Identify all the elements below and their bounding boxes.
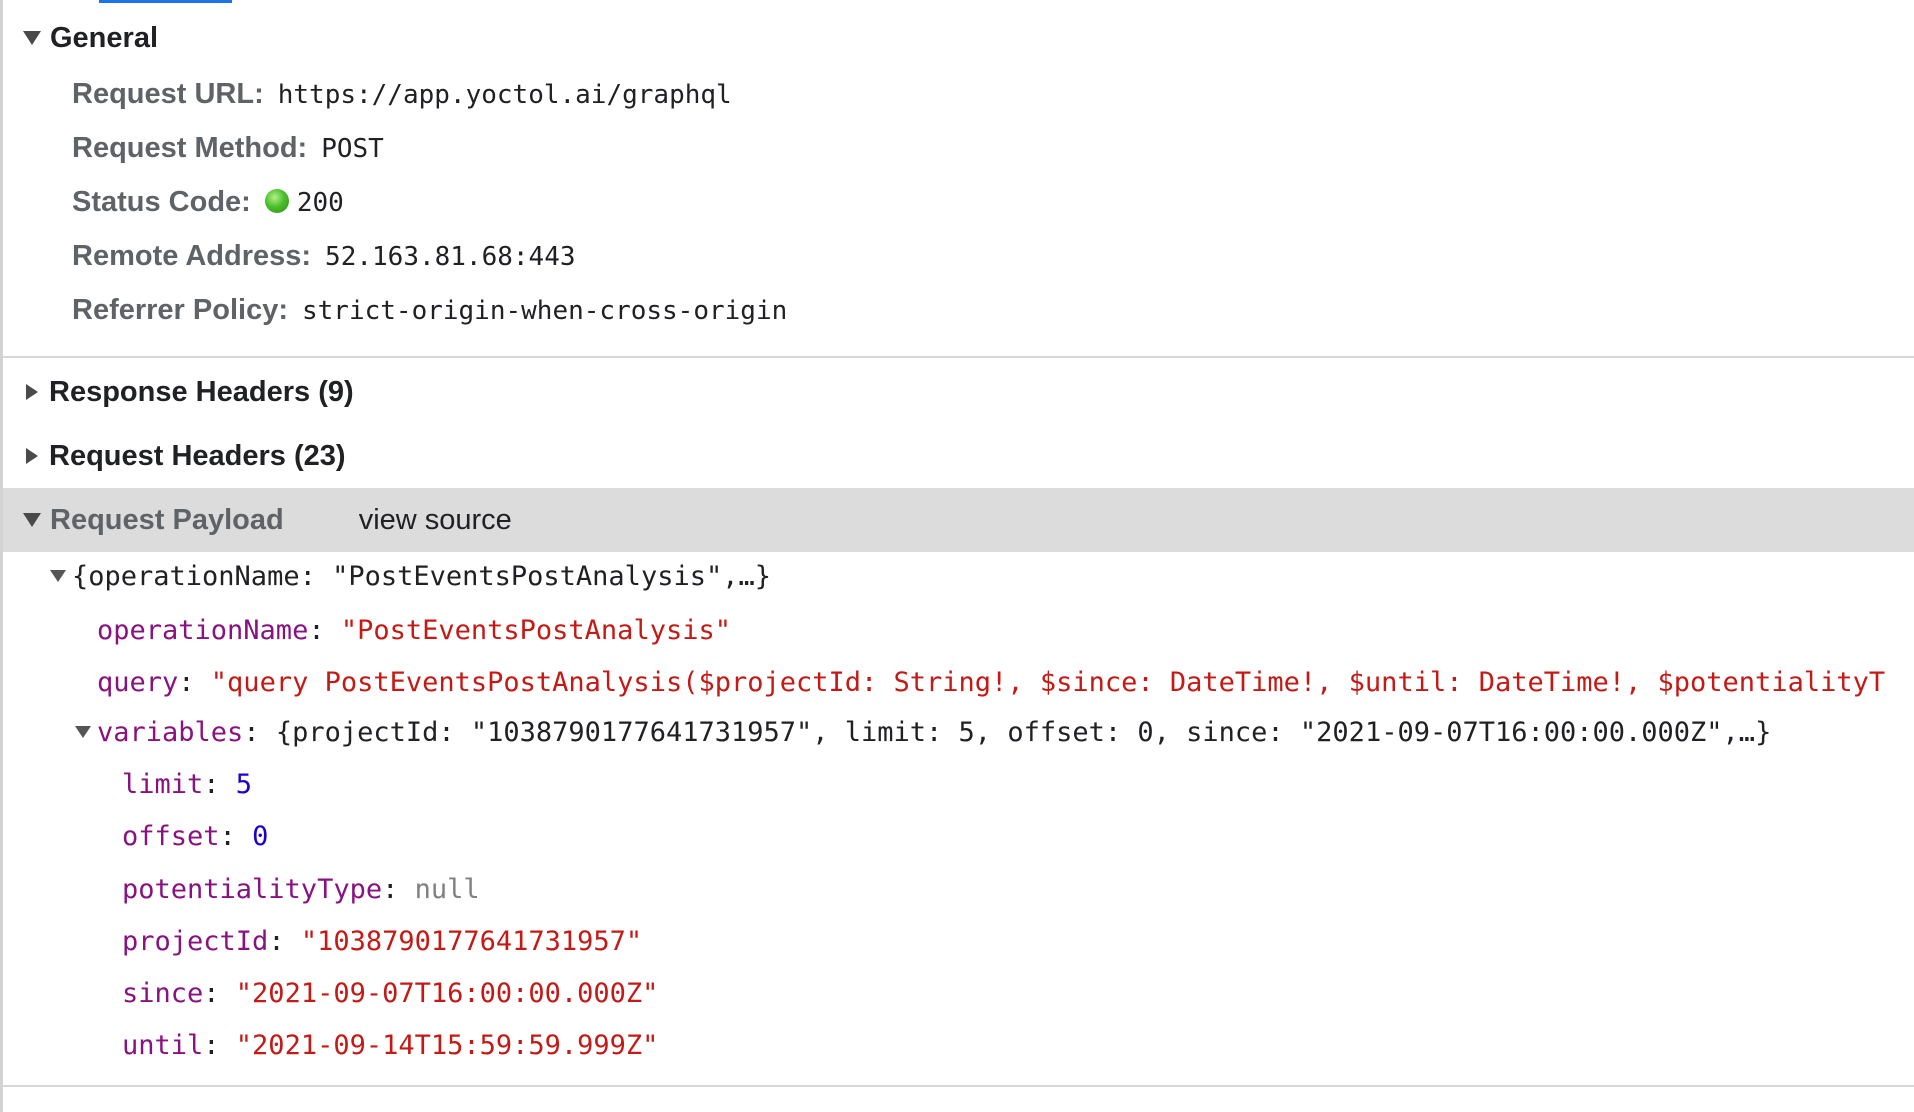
payload-root-node[interactable]: {operationName: "PostEventsPostAnalysis"… — [50, 553, 771, 599]
variables-key: variables — [97, 716, 244, 748]
variable-key: until — [122, 1029, 204, 1061]
response-headers-title: Response Headers (9) — [49, 376, 354, 409]
request-headers-toggle[interactable]: Request Headers (23) — [3, 432, 1914, 480]
query-key: query — [97, 666, 179, 698]
status-code-label: Status Code: — [72, 186, 251, 218]
variable-key: projectId — [122, 925, 269, 957]
request-payload-header: Request Payload view source — [3, 488, 1914, 552]
request-url-label: Request URL: — [72, 78, 264, 110]
operation-name-value: "PostEventsPostAnalysis" — [340, 614, 731, 646]
request-url-value: https://app.yoctol.ai/graphql — [277, 80, 732, 110]
collapsed-triangle-icon — [26, 448, 38, 464]
variable-value: 5 — [235, 768, 253, 800]
variable-potentiality-type-row: potentialityType: null — [122, 866, 480, 912]
status-code-value: 200 — [296, 188, 344, 218]
remote-address-row: Remote Address: 52.163.81.68:443 — [72, 240, 576, 280]
collapsed-triangle-icon — [26, 384, 38, 400]
status-ok-icon — [264, 189, 289, 213]
colon-separator: : — [203, 768, 236, 800]
variable-limit-row: limit: 5 — [122, 761, 252, 807]
response-headers-count: (9) — [318, 375, 354, 408]
variable-key: since — [122, 977, 204, 1009]
query-value: "query PostEventsPostAnalysis($projectId… — [210, 666, 1886, 698]
variable-value: "2021-09-14T15:59:59.999Z" — [235, 1029, 659, 1061]
request-method-row: Request Method: POST — [72, 132, 384, 172]
view-source-link[interactable]: view source — [359, 504, 512, 537]
payload-root-summary: {operationName: "PostEventsPostAnalysis"… — [72, 560, 771, 592]
request-url-row: Request URL: https://app.yoctol.ai/graph… — [72, 78, 732, 118]
request-headers-count: (23) — [294, 439, 346, 472]
referrer-policy-value: strict-origin-when-cross-origin — [302, 296, 788, 326]
expand-triangle-icon[interactable] — [23, 513, 41, 527]
colon-separator: : — [382, 873, 415, 905]
variable-value: "1038790177641731957" — [300, 925, 643, 957]
variables-node[interactable]: variables: {projectId: "1038790177641731… — [75, 709, 1771, 755]
response-headers-label: Response Headers — [49, 375, 311, 408]
request-headers-label: Request Headers — [49, 439, 286, 472]
colon-separator: : — [178, 666, 211, 698]
variable-value: null — [414, 873, 480, 905]
status-code-row: Status Code: 200 — [72, 186, 344, 226]
expand-triangle-icon[interactable] — [75, 726, 91, 738]
variables-summary: {projectId: "1038790177641731957", limit… — [275, 716, 1772, 748]
headers-panel: General Request URL: https://app.yoctol.… — [0, 0, 1914, 1112]
expand-triangle-icon[interactable] — [50, 570, 66, 582]
variable-value: 0 — [252, 820, 269, 852]
active-tab-indicator — [99, 0, 232, 3]
response-headers-toggle[interactable]: Response Headers (9) — [3, 368, 1914, 416]
general-section-toggle[interactable]: General — [3, 14, 1914, 62]
variable-offset-row: offset: 0 — [122, 813, 268, 859]
variable-until-row: until: "2021-09-14T15:59:59.999Z" — [122, 1022, 658, 1068]
expand-triangle-icon — [23, 31, 41, 45]
request-payload-title[interactable]: Request Payload — [50, 504, 284, 537]
remote-address-value: 52.163.81.68:443 — [325, 242, 576, 272]
colon-separator: : — [219, 820, 253, 852]
operation-name-row: operationName: "PostEventsPostAnalysis" — [97, 607, 731, 653]
colon-separator: : — [203, 1029, 236, 1061]
variable-key: limit — [122, 768, 204, 800]
remote-address-label: Remote Address: — [72, 240, 312, 272]
variable-project-id-row: projectId: "1038790177641731957" — [122, 918, 642, 964]
colon-separator: : — [268, 925, 301, 957]
variable-key: offset — [122, 820, 220, 852]
variable-key: potentialityType — [122, 873, 383, 905]
operation-name-key: operationName — [97, 614, 309, 646]
colon-separator: : — [308, 614, 341, 646]
general-section-title: General — [50, 21, 158, 54]
colon-separator: : — [203, 977, 236, 1009]
query-row: query: "query PostEventsPostAnalysis($pr… — [97, 659, 1885, 705]
variable-since-row: since: "2021-09-07T16:00:00.000Z" — [122, 970, 658, 1016]
colon-separator: : — [243, 716, 276, 748]
request-method-value: POST — [321, 134, 384, 164]
referrer-policy-label: Referrer Policy: — [72, 294, 288, 326]
referrer-policy-row: Referrer Policy: strict-origin-when-cros… — [72, 294, 787, 334]
request-headers-title: Request Headers (23) — [49, 440, 346, 473]
section-divider — [3, 1085, 1914, 1087]
request-method-label: Request Method: — [72, 132, 308, 164]
variable-value: "2021-09-07T16:00:00.000Z" — [235, 977, 659, 1009]
section-divider — [3, 356, 1914, 358]
